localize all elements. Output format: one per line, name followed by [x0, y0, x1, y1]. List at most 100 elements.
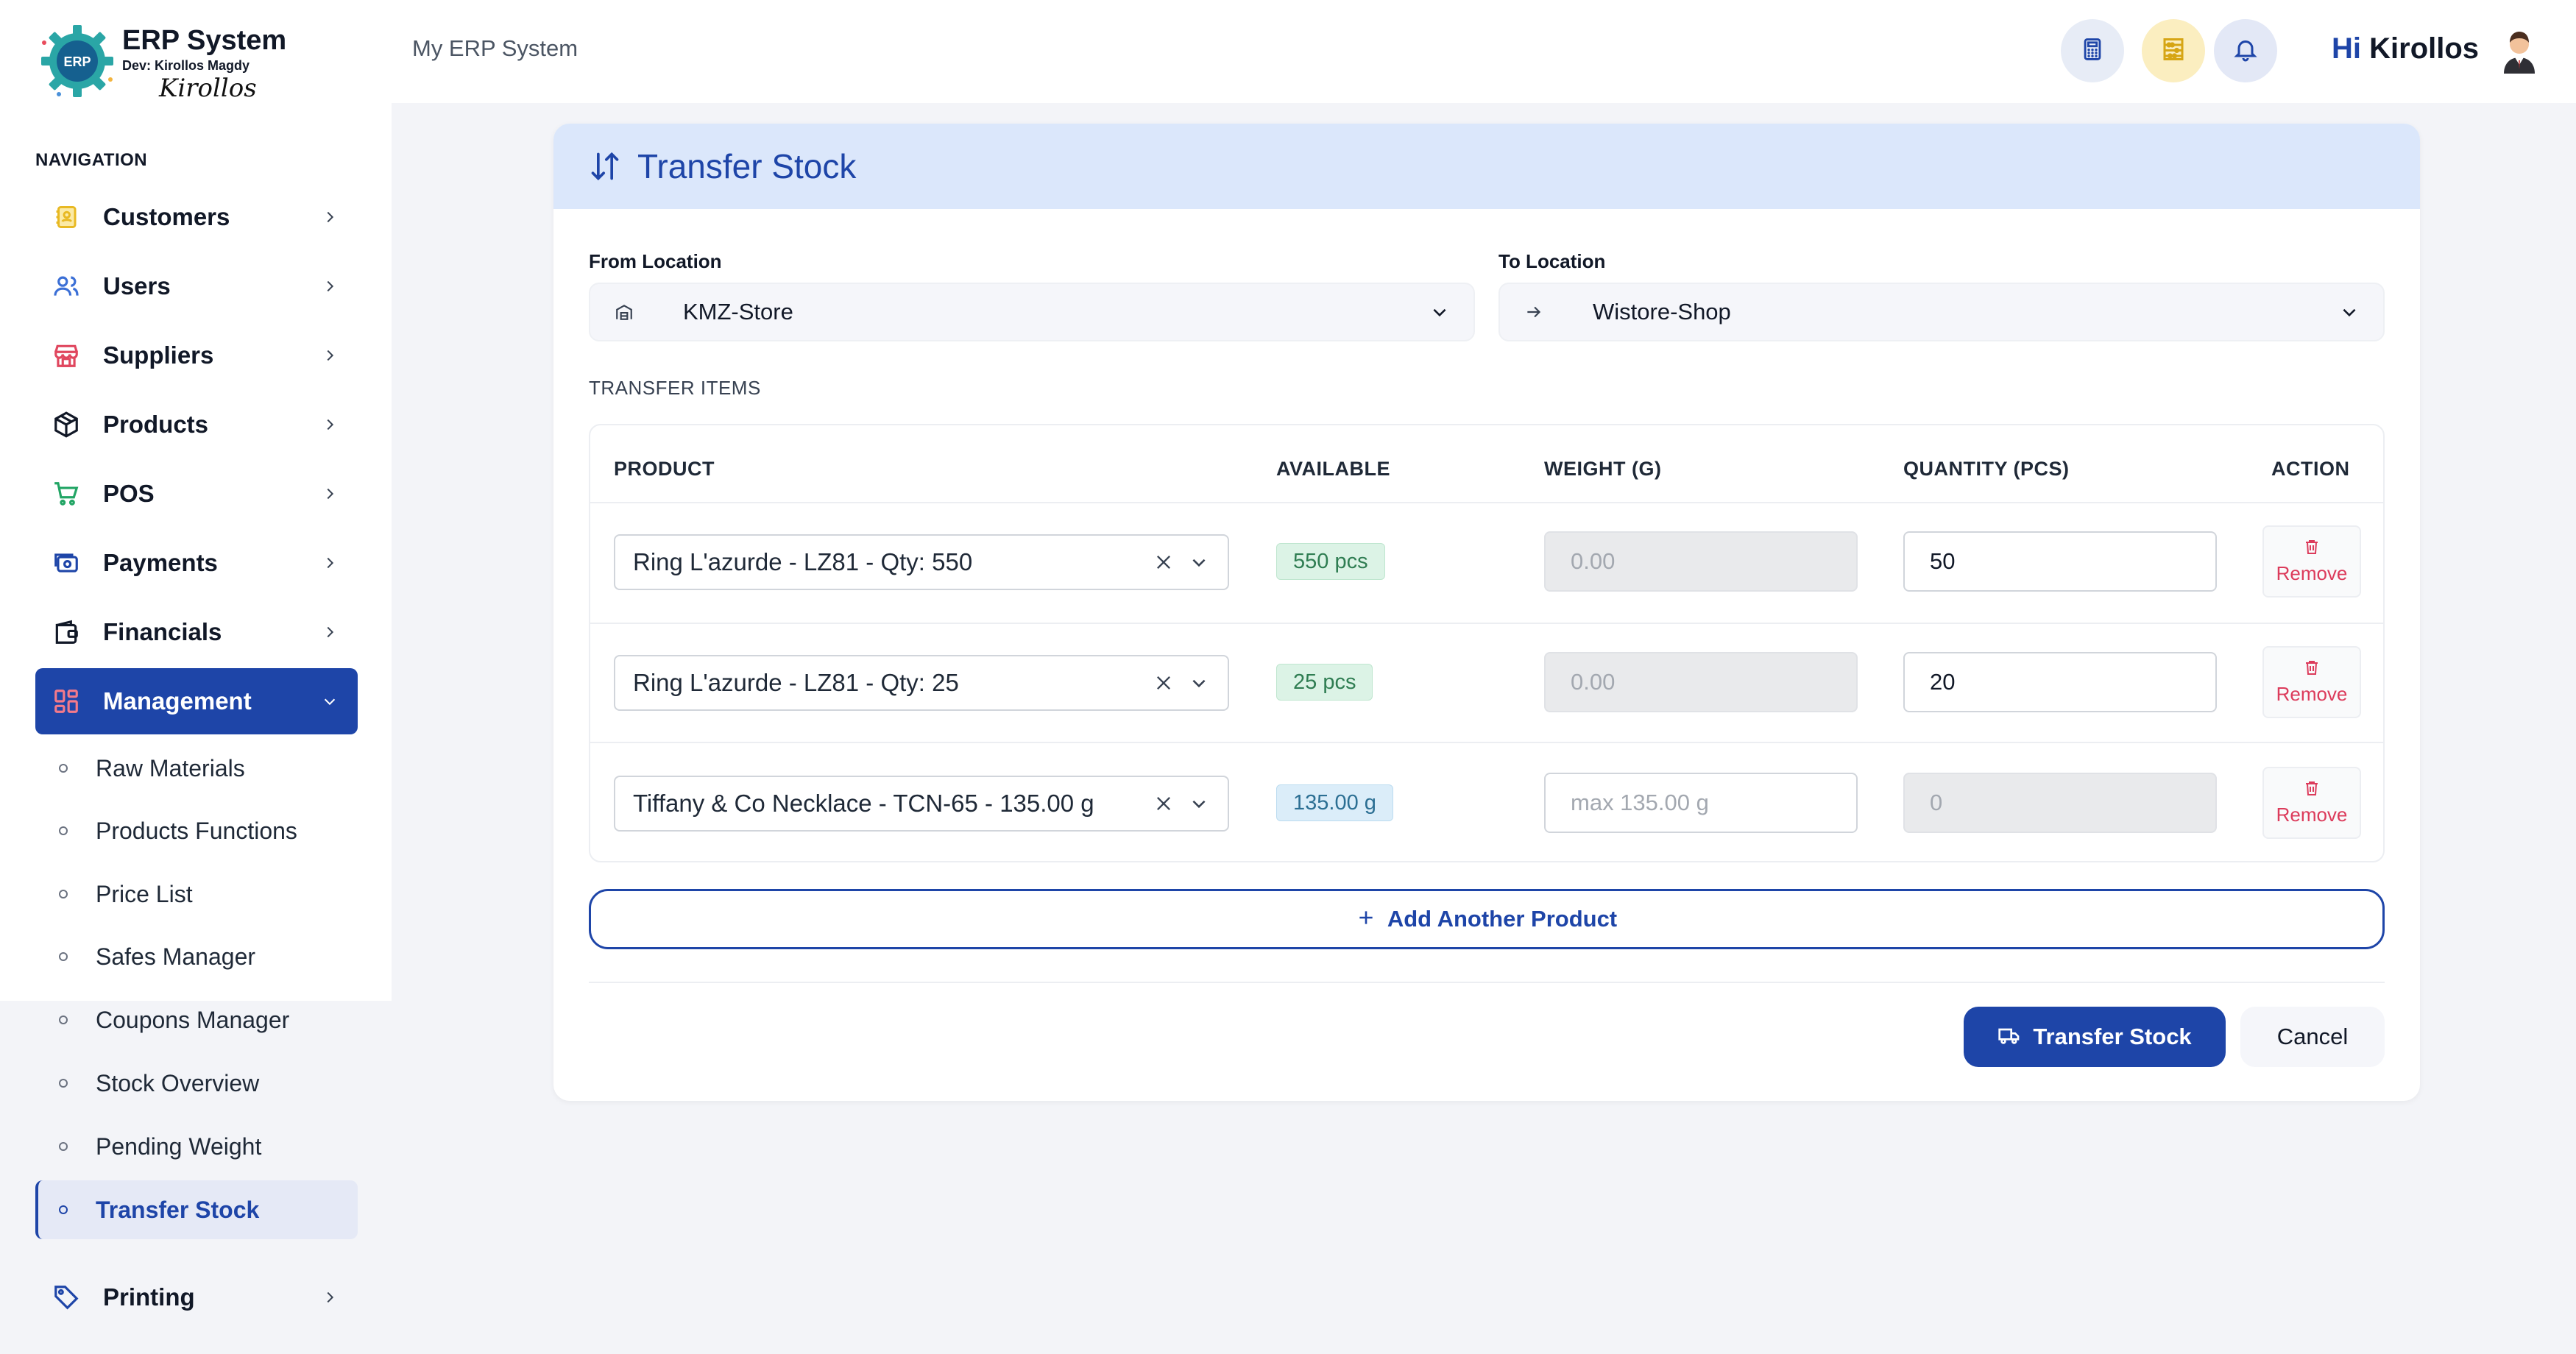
from-location-label: From Location — [589, 250, 722, 272]
remove-label: Remove — [2276, 804, 2348, 826]
chevron-right-icon — [315, 341, 344, 370]
product-select[interactable]: Ring L'azurde - LZ81 - Qty: 550 — [614, 534, 1229, 590]
notifications-button[interactable] — [2214, 19, 2277, 82]
bullet-icon — [59, 952, 68, 961]
sidebar-subitem-label: Transfer Stock — [96, 1196, 260, 1223]
sidebar-item-label: Suppliers — [103, 341, 214, 369]
nav-heading: NAVIGATION — [35, 150, 148, 170]
sort-arrows-icon — [589, 150, 621, 182]
sidebar-item-financials[interactable]: Financials — [35, 599, 358, 665]
chevron-right-icon — [315, 202, 344, 232]
sidebar-item-payments[interactable]: Payments — [35, 530, 358, 596]
row-divider — [590, 742, 2383, 743]
chevron-down-icon — [2336, 299, 2363, 325]
truck-icon — [1998, 1024, 2021, 1051]
address-book-icon — [50, 201, 82, 233]
abacus-button[interactable] — [2142, 19, 2205, 82]
box-icon — [50, 408, 82, 441]
abacus-icon — [2160, 36, 2187, 66]
avatar[interactable] — [2494, 24, 2545, 75]
clear-icon[interactable] — [1151, 791, 1176, 816]
column-header-action: ACTION — [2271, 458, 2350, 480]
store-icon — [50, 339, 82, 372]
remove-button[interactable]: Remove — [2262, 767, 2361, 839]
sidebar-subitem-coupons-manager[interactable]: Coupons Manager — [35, 990, 358, 1049]
sidebar-item-users[interactable]: Users — [35, 253, 358, 319]
bell-icon — [2232, 36, 2259, 66]
transfer-stock-button[interactable]: Transfer Stock — [1964, 1007, 2226, 1067]
quantity-input[interactable]: 20 — [1903, 652, 2217, 712]
weight-input[interactable]: 0.00 — [1544, 652, 1858, 712]
sidebar-subitem-raw-materials[interactable]: Raw Materials — [35, 739, 358, 798]
calculator-icon — [2080, 37, 2105, 65]
sidebar-item-pos[interactable]: POS — [35, 461, 358, 527]
chevron-right-icon — [315, 617, 344, 647]
bullet-icon — [59, 1205, 68, 1214]
product-select[interactable]: Ring L'azurde - LZ81 - Qty: 25 — [614, 655, 1229, 711]
available-badge: 25 pcs — [1276, 664, 1373, 701]
column-header-available: AVAILABLE — [1276, 458, 1390, 480]
sidebar-subitem-transfer-stock[interactable]: Transfer Stock — [35, 1180, 358, 1239]
chevron-right-icon — [315, 479, 344, 508]
to-location-select[interactable]: Wistore-Shop — [1498, 283, 2385, 341]
to-location-value: Wistore-Shop — [1593, 299, 1731, 325]
row-divider — [590, 623, 2383, 624]
brand-signature: Kirollos — [159, 74, 257, 103]
sidebar-item-printing[interactable]: Printing — [35, 1264, 358, 1330]
sidebar-item-products[interactable]: Products — [35, 391, 358, 458]
sidebar-subitem-safes-manager[interactable]: Safes Manager — [35, 927, 358, 986]
from-location-select[interactable]: KMZ-Store — [589, 283, 1475, 341]
brand-text: ERP System Dev: Kirollos Magdy Kirollos — [122, 24, 286, 103]
greeting-word: Hi — [2332, 32, 2361, 65]
user-greeting: Hi Kirollos — [2332, 32, 2479, 65]
sidebar-item-suppliers[interactable]: Suppliers — [35, 322, 358, 389]
trash-icon — [2303, 659, 2321, 680]
plus-icon — [1356, 908, 1376, 931]
app-title: My ERP System — [412, 35, 578, 61]
sidebar-subitem-stock-overview[interactable]: Stock Overview — [35, 1054, 358, 1113]
brand-title: ERP System — [122, 25, 287, 56]
sidebar-item-label: Products — [103, 411, 209, 438]
remove-button[interactable]: Remove — [2262, 646, 2361, 718]
remove-button[interactable]: Remove — [2262, 525, 2361, 598]
available-badge: 135.00 g — [1276, 784, 1393, 821]
footer-divider — [589, 982, 2385, 983]
sidebar-subitem-label: Price List — [96, 880, 193, 907]
calculator-button[interactable] — [2061, 19, 2124, 82]
sidebar-item-management[interactable]: Management — [35, 668, 358, 734]
product-select[interactable]: Tiffany & Co Necklace - TCN-65 - 135.00 … — [614, 776, 1229, 832]
chevron-right-icon — [315, 1283, 344, 1312]
column-header-weight: WEIGHT (G) — [1544, 458, 1662, 480]
chevron-down-icon[interactable] — [1186, 550, 1211, 575]
sidebar: ERP ERP System Dev: Kirollos Magdy Kirol… — [0, 0, 392, 1354]
transfer-stock-card: Transfer Stock From Location KMZ-Store T… — [553, 124, 2420, 1101]
sidebar-subitem-label: Safes Manager — [96, 943, 256, 970]
cancel-button[interactable]: Cancel — [2240, 1007, 2385, 1067]
quantity-input[interactable]: 0 — [1903, 773, 2217, 833]
grid-icon — [50, 685, 82, 717]
add-product-button[interactable]: Add Another Product — [589, 889, 2385, 949]
product-select-value: Ring L'azurde - LZ81 - Qty: 550 — [633, 548, 973, 575]
available-badge: 550 pcs — [1276, 543, 1385, 580]
sidebar-subitem-price-list[interactable]: Price List — [35, 865, 358, 924]
sidebar-item-customers[interactable]: Customers — [35, 184, 358, 250]
chevron-down-icon[interactable] — [1186, 670, 1211, 695]
transfer-items-table: PRODUCT AVAILABLE WEIGHT (G) QUANTITY (P… — [589, 424, 2385, 862]
weight-input[interactable]: max 135.00 g — [1544, 773, 1858, 833]
bullet-icon — [59, 764, 68, 773]
chevron-right-icon — [315, 410, 344, 439]
chevron-right-icon — [315, 272, 344, 301]
product-select-value: Ring L'azurde - LZ81 - Qty: 25 — [633, 669, 959, 696]
clear-icon[interactable] — [1151, 670, 1176, 695]
weight-input[interactable]: 0.00 — [1544, 531, 1858, 592]
tag-icon — [50, 1281, 82, 1314]
chevron-down-icon — [1426, 299, 1453, 325]
sidebar-subitem-pending-weight[interactable]: Pending Weight — [35, 1117, 358, 1176]
card-header: Transfer Stock — [553, 124, 2420, 209]
clear-icon[interactable] — [1151, 550, 1176, 575]
quantity-input[interactable]: 50 — [1903, 531, 2217, 592]
sidebar-subitem-products-functions[interactable]: Products Functions — [35, 801, 358, 860]
sidebar-subitem-label: Pending Weight — [96, 1133, 262, 1160]
row-divider — [590, 502, 2383, 503]
chevron-down-icon[interactable] — [1186, 791, 1211, 816]
